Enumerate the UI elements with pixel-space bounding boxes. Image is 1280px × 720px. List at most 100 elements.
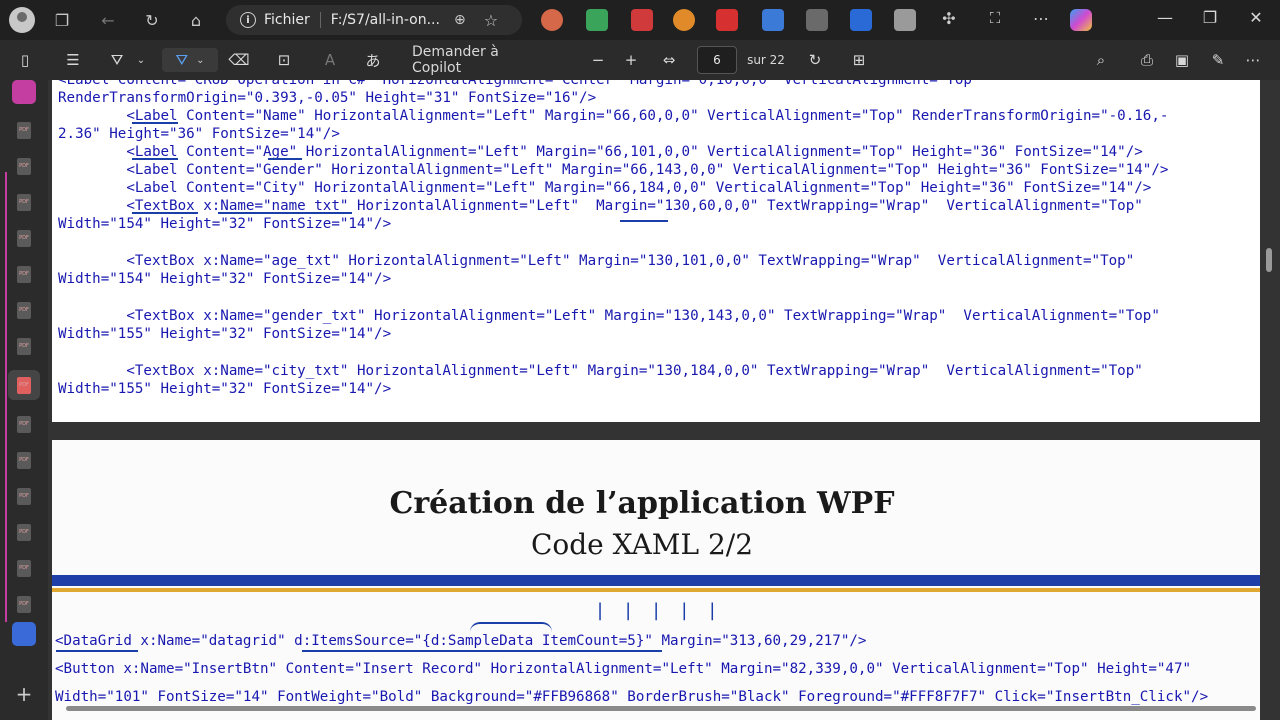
camera-icon[interactable]: [894, 9, 916, 31]
ink-underline: [620, 220, 668, 222]
read-aloud-icon[interactable]: A: [319, 48, 341, 72]
more-menu-icon[interactable]: ⋯: [1030, 9, 1052, 31]
code-line: <TextBox x:Name="city_txt" HorizontalAli…: [58, 363, 1143, 379]
save-icon[interactable]: ▣: [1171, 48, 1193, 72]
extensions-puzzle-icon[interactable]: ✣: [938, 9, 960, 31]
ink-underline: [56, 650, 138, 652]
pdf-file-icon: [17, 415, 31, 433]
pdf-document-area: <Label Content="CRUD Operation in C#" Ho…: [48, 80, 1280, 720]
address-text[interactable]: F:/S7/all-in-on...: [331, 12, 440, 28]
tab-pdf-3[interactable]: [12, 190, 36, 214]
extension-4-icon[interactable]: [673, 9, 695, 31]
translate-icon[interactable]: [850, 9, 872, 31]
horizontal-scrollbar-thumb[interactable]: [66, 706, 1256, 711]
copilot-icon[interactable]: [1070, 9, 1092, 31]
tab-group-icon[interactable]: [12, 80, 36, 104]
refresh-icon[interactable]: ↻: [138, 6, 166, 34]
minimize-icon[interactable]: —: [1153, 8, 1177, 27]
tab-pdf-11[interactable]: [12, 484, 36, 508]
code-line: <Label Content="Age" HorizontalAlignment…: [58, 144, 1143, 160]
tab-pdf-6[interactable]: [12, 298, 36, 322]
code-line: <TextBox x:Name="gender_txt" HorizontalA…: [58, 308, 1160, 324]
code-line: <Label Content="Name" HorizontalAlignmen…: [58, 108, 1169, 124]
tab-pdf-active[interactable]: [8, 370, 40, 400]
code-line: RenderTransformOrigin="0.393,-0.05" Heig…: [58, 90, 597, 106]
code-line: Width="154" Height="32" FontSize="14"/>: [58, 271, 392, 287]
ink-underline: [268, 158, 302, 160]
tab-pdf-13[interactable]: [12, 556, 36, 580]
restore-icon[interactable]: ❐: [1198, 8, 1222, 27]
tab-pdf-2[interactable]: [12, 154, 36, 178]
file-label: Fichier: [264, 12, 310, 28]
pdf-toolbar: ▯ ☰ ⛛ ⌄ ⛛ ⌄ ⌫ ⊡ A あ Demander à Copilot −…: [0, 40, 1280, 80]
highlight-icon[interactable]: ⛛: [106, 48, 128, 72]
tab-group-indicator: [5, 172, 7, 622]
banner-gold-stripe: [52, 588, 1260, 592]
tab-pdf-12[interactable]: [12, 520, 36, 544]
code-line: Width="155" Height="32" FontSize="14"/>: [58, 326, 392, 342]
horizontal-scrollbar[interactable]: [60, 704, 1260, 712]
extension-6-icon[interactable]: [762, 9, 784, 31]
save-as-icon[interactable]: ✎: [1207, 48, 1229, 72]
print-icon[interactable]: ⎙: [1136, 48, 1158, 72]
code-line: <Label Content="Gender" HorizontalAlignm…: [58, 162, 1169, 178]
pdf-file-icon: [17, 121, 31, 139]
info-icon[interactable]: i: [240, 12, 256, 28]
rotate-icon[interactable]: ↻: [804, 48, 826, 72]
extension-video-icon[interactable]: [716, 9, 738, 31]
search-icon[interactable]: ⌕: [1090, 48, 1112, 72]
pdf-file-icon: [17, 451, 31, 469]
extension-hand-icon[interactable]: [631, 9, 653, 31]
home-icon[interactable]: ⌂: [182, 6, 210, 34]
tab-group-2-icon[interactable]: [12, 622, 36, 646]
tab-pdf-10[interactable]: [12, 448, 36, 472]
code-line: <Label Content="City" HorizontalAlignmen…: [58, 180, 1152, 196]
profile-avatar[interactable]: [9, 7, 35, 33]
zoom-out-icon[interactable]: −: [588, 48, 608, 72]
ask-copilot-button[interactable]: Demander à Copilot: [412, 44, 542, 76]
tab-pdf-4[interactable]: [12, 226, 36, 250]
page-number-input[interactable]: 6: [697, 46, 737, 74]
workspaces-icon[interactable]: ❐: [48, 6, 76, 34]
close-icon[interactable]: ✕: [1244, 8, 1268, 27]
favorite-star-icon[interactable]: ☆: [484, 11, 498, 30]
code-line: <Label Content="CRUD Operation in C#" Ho…: [58, 80, 981, 88]
zoom-icon[interactable]: ⊕: [454, 12, 466, 28]
extension-shield-icon[interactable]: [586, 9, 608, 31]
tab-pdf-5[interactable]: [12, 262, 36, 286]
tab-pdf-14[interactable]: [12, 592, 36, 616]
page-view-icon[interactable]: ⊞: [848, 48, 870, 72]
ink-arc: [470, 622, 552, 632]
extension-1-icon[interactable]: [541, 9, 563, 31]
highlight-dropdown-icon[interactable]: ⌄: [134, 48, 148, 72]
tab-pdf-7[interactable]: [12, 334, 36, 358]
tab-pdf-9[interactable]: [12, 412, 36, 436]
contents-icon[interactable]: ☰: [62, 48, 84, 72]
pdf-file-icon: [17, 523, 31, 541]
pdf-file-icon: [17, 265, 31, 283]
screenshot-icon[interactable]: ⛶: [984, 9, 1006, 31]
banner-blue-stripe: [52, 575, 1260, 586]
draw-icon[interactable]: ⛛ ⌄: [162, 48, 218, 72]
new-tab-icon[interactable]: +: [12, 682, 36, 706]
vertical-tabs-sidebar: +: [0, 80, 48, 720]
text-icon[interactable]: ⊡: [273, 48, 295, 72]
pdf-file-icon: [17, 193, 31, 211]
pdf-file-icon: [17, 301, 31, 319]
pdf-page-5: <Label Content="CRUD Operation in C#" Ho…: [52, 80, 1260, 422]
translate-text-icon[interactable]: あ: [362, 48, 384, 72]
zoom-in-icon[interactable]: +: [621, 48, 641, 72]
address-separator: [319, 12, 321, 28]
tab-pdf-1[interactable]: [12, 118, 36, 142]
sidebar-toggle-icon[interactable]: ▯: [14, 48, 36, 72]
vertical-scrollbar[interactable]: [1266, 248, 1272, 272]
ink-underline: [132, 212, 198, 214]
address-bar[interactable]: i Fichier F:/S7/all-in-on... ⊕ ☆: [226, 5, 522, 35]
code-line: <DataGrid x:Name="datagrid" d:ItemsSourc…: [55, 633, 867, 649]
fit-page-icon[interactable]: ⇔: [658, 48, 680, 72]
eraser-icon[interactable]: ⌫: [228, 48, 250, 72]
back-icon[interactable]: ←: [94, 6, 122, 34]
extension-7-icon[interactable]: [806, 9, 828, 31]
code-line: <Button x:Name="InsertBtn" Content="Inse…: [55, 661, 1192, 677]
pdf-settings-icon[interactable]: ⋯: [1242, 48, 1264, 72]
